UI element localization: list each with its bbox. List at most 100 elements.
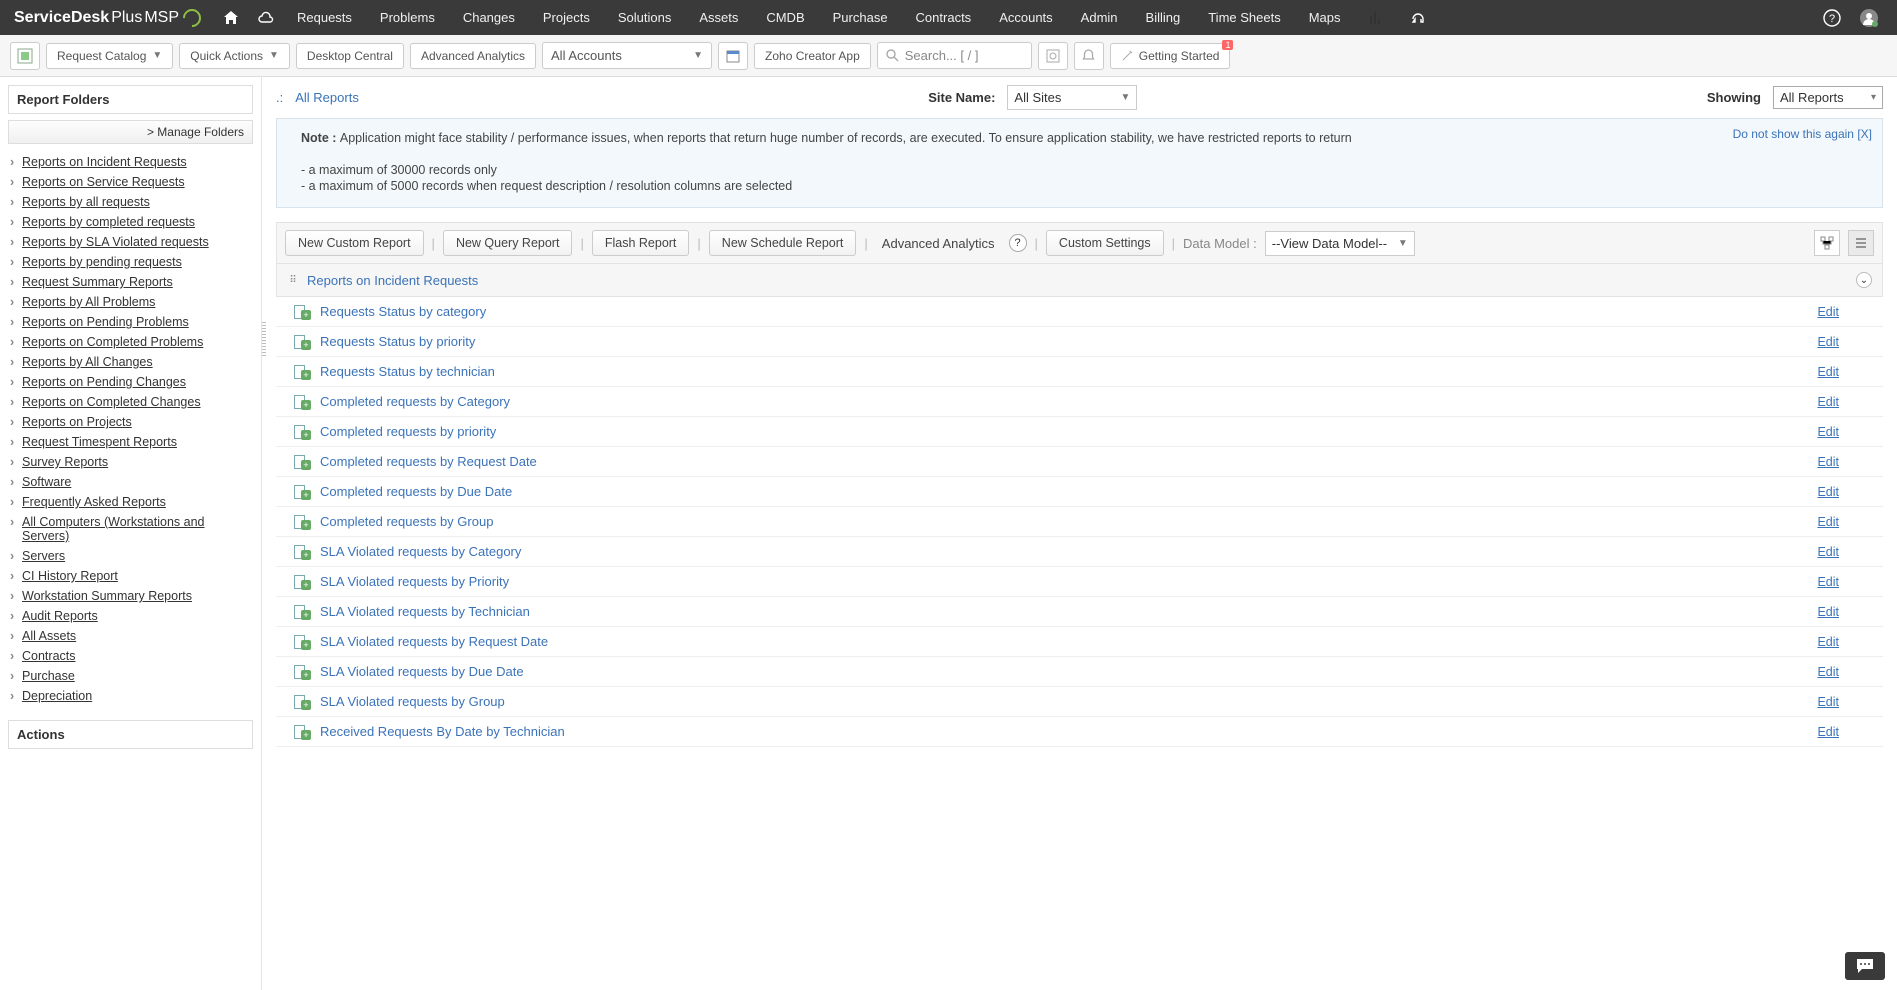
sidebar-folder-item[interactable]: Reports by SLA Violated requests [8,232,253,252]
nav-requests[interactable]: Requests [283,0,366,35]
nav-problems[interactable]: Problems [366,0,449,35]
report-link[interactable]: Requests Status by technician [320,364,495,379]
edit-link[interactable]: Edit [1817,395,1839,409]
folder-link[interactable]: Reports by SLA Violated requests [22,235,209,249]
sidebar-folder-item[interactable]: Reports on Completed Changes [8,392,253,412]
sidebar-folder-item[interactable]: Workstation Summary Reports [8,586,253,606]
cloud-icon[interactable] [257,10,275,26]
edit-link[interactable]: Edit [1817,695,1839,709]
edit-link[interactable]: Edit [1817,335,1839,349]
nav-changes[interactable]: Changes [449,0,529,35]
folder-link[interactable]: Reports by All Problems [22,295,155,309]
edit-link[interactable]: Edit [1817,485,1839,499]
sidebar-folder-item[interactable]: Contracts [8,646,253,666]
sidebar-folder-item[interactable]: All Computers (Workstations and Servers) [8,512,253,546]
report-link[interactable]: Completed requests by Request Date [320,454,537,469]
folder-link[interactable]: Audit Reports [22,609,98,623]
sidebar-folder-item[interactable]: Reports on Projects [8,412,253,432]
view-list-toggle[interactable] [1848,230,1874,256]
folder-link[interactable]: Reports on Completed Problems [22,335,203,349]
nav-headset-icon[interactable] [1397,0,1439,35]
help-icon[interactable]: ? [1823,9,1841,27]
edit-link[interactable]: Edit [1817,515,1839,529]
new-schedule-report-btn[interactable]: New Schedule Report [709,230,857,256]
folder-link[interactable]: Reports on Incident Requests [22,155,187,169]
sidebar-folder-item[interactable]: Reports by completed requests [8,212,253,232]
edit-link[interactable]: Edit [1817,305,1839,319]
folder-link[interactable]: Frequently Asked Reports [22,495,166,509]
sidebar-folder-item[interactable]: Request Timespent Reports [8,432,253,452]
nav-cmdb[interactable]: CMDB [752,0,818,35]
report-link[interactable]: Received Requests By Date by Technician [320,724,565,739]
folder-link[interactable]: Reports by All Changes [22,355,153,369]
nav-reports-icon[interactable] [1355,0,1397,35]
note-dismiss-link[interactable]: Do not show this again [X] [1733,127,1872,141]
sidebar-folder-item[interactable]: Survey Reports [8,452,253,472]
edit-link[interactable]: Edit [1817,665,1839,679]
folder-link[interactable]: Workstation Summary Reports [22,589,192,603]
folder-link[interactable]: Reports on Completed Changes [22,395,201,409]
sidebar-folder-item[interactable]: Reports on Pending Problems [8,312,253,332]
folder-link[interactable]: Depreciation [22,689,92,703]
sidebar-folder-item[interactable]: Frequently Asked Reports [8,492,253,512]
sidebar-folder-item[interactable]: Request Summary Reports [8,272,253,292]
nav-maps[interactable]: Maps [1295,0,1355,35]
edit-link[interactable]: Edit [1817,725,1839,739]
sidebar-collapse-handle[interactable] [262,322,266,358]
folder-link[interactable]: All Computers (Workstations and Servers) [22,515,204,543]
desktop-central-btn[interactable]: Desktop Central [296,43,404,69]
chat-fab[interactable] [1845,952,1885,980]
flash-report-btn[interactable]: Flash Report [592,230,690,256]
edit-link[interactable]: Edit [1817,425,1839,439]
sidebar-folder-item[interactable]: CI History Report [8,566,253,586]
edit-link[interactable]: Edit [1817,635,1839,649]
report-link[interactable]: SLA Violated requests by Priority [320,574,509,589]
sidebar-folder-item[interactable]: All Assets [8,626,253,646]
folder-link[interactable]: Reports on Service Requests [22,175,185,189]
data-model-select[interactable]: --View Data Model--▼ [1265,231,1415,256]
zoho-creator-btn[interactable]: Zoho Creator App [754,43,871,69]
folder-link[interactable]: Survey Reports [22,455,108,469]
quick-actions-dropdown[interactable]: Quick Actions▼ [179,43,290,69]
folder-link[interactable]: Reports by completed requests [22,215,195,229]
manage-folders-btn[interactable]: > Manage Folders [8,120,253,144]
showing-select[interactable]: All Reports▾ [1773,86,1883,109]
folder-link[interactable]: Reports by pending requests [22,255,182,269]
folder-link[interactable]: Reports by all requests [22,195,150,209]
sidebar-folder-item[interactable]: Reports by All Problems [8,292,253,312]
adv-analytics-link[interactable]: Advanced Analytics [876,232,1001,255]
report-link[interactable]: Requests Status by priority [320,334,475,349]
folder-link[interactable]: Reports on Projects [22,415,132,429]
collapse-section-icon[interactable]: ⌄ [1856,272,1872,288]
site-select[interactable]: All Sites▼ [1007,85,1137,110]
sidebar-folder-item[interactable]: Purchase [8,666,253,686]
help-icon-btn[interactable]: ? [1009,234,1027,252]
report-link[interactable]: SLA Violated requests by Technician [320,604,530,619]
report-link[interactable]: SLA Violated requests by Due Date [320,664,524,679]
report-link[interactable]: SLA Violated requests by Category [320,544,521,559]
report-link[interactable]: Completed requests by Due Date [320,484,512,499]
request-catalog-dropdown[interactable]: Request Catalog▼ [46,43,173,69]
nav-solutions[interactable]: Solutions [604,0,685,35]
breadcrumb-all-reports[interactable]: All Reports [295,90,359,105]
user-avatar-icon[interactable] [1859,8,1879,28]
sidebar-folder-item[interactable]: Audit Reports [8,606,253,626]
folder-link[interactable]: CI History Report [22,569,118,583]
folder-link[interactable]: Reports on Pending Problems [22,315,189,329]
nav-projects[interactable]: Projects [529,0,604,35]
nav-timesheets[interactable]: Time Sheets [1194,0,1295,35]
sidebar-folder-item[interactable]: Reports on Pending Changes [8,372,253,392]
folder-link[interactable]: Contracts [22,649,76,663]
accounts-dropdown[interactable]: All Accounts▼ [542,42,712,69]
nav-admin[interactable]: Admin [1067,0,1132,35]
sidebar-folder-item[interactable]: Reports on Incident Requests [8,152,253,172]
sidebar-folder-item[interactable]: Reports on Completed Problems [8,332,253,352]
folder-link[interactable]: Servers [22,549,65,563]
view-tree-toggle[interactable] [1814,230,1840,256]
nav-billing[interactable]: Billing [1132,0,1195,35]
sidebar-folder-item[interactable]: Depreciation [8,686,253,706]
report-link[interactable]: Completed requests by Category [320,394,510,409]
nav-assets[interactable]: Assets [685,0,752,35]
report-link[interactable]: Completed requests by Group [320,514,493,529]
edit-link[interactable]: Edit [1817,365,1839,379]
